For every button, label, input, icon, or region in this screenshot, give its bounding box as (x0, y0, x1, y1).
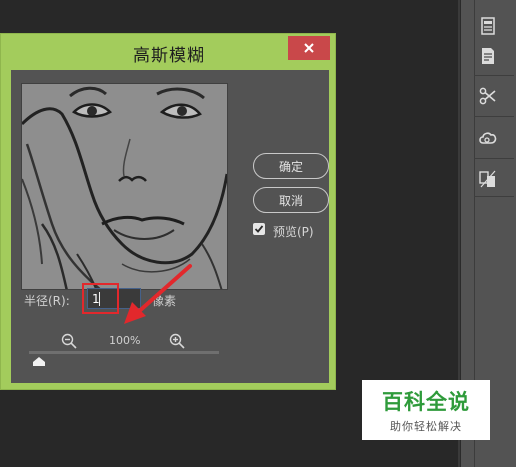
close-button[interactable] (288, 36, 330, 60)
annotation-highlight-box (82, 283, 119, 314)
document-compare-icon[interactable] (474, 165, 502, 193)
dialog-title: 高斯模糊 (133, 46, 205, 66)
close-icon (304, 43, 314, 53)
ok-button[interactable]: 确定 (253, 153, 329, 179)
checkmark-icon (254, 225, 264, 233)
watermark: 百科全说 助你轻松解决 (362, 380, 490, 440)
cancel-button[interactable]: 取消 (253, 187, 329, 213)
zoom-level: 100% (109, 334, 141, 347)
notes-icon[interactable] (474, 42, 502, 70)
watermark-title: 百科全说 (382, 390, 470, 414)
tool-separator (474, 158, 514, 159)
tool-separator (474, 116, 514, 117)
watermark-subtitle: 助你轻松解决 (390, 420, 462, 433)
preview-checkbox[interactable] (253, 223, 265, 235)
zoom-in-icon[interactable] (169, 333, 185, 349)
zoom-out-icon[interactable] (61, 333, 77, 349)
radius-label: 半径(R): (24, 294, 70, 308)
unit-label: 像素 (152, 294, 177, 308)
zoom-controls: 100% (61, 333, 191, 349)
tool-separator (474, 196, 514, 197)
properties-icon[interactable] (474, 12, 502, 40)
creative-cloud-icon[interactable] (474, 124, 502, 152)
tool-separator (474, 75, 514, 76)
title-bar[interactable]: 高斯模糊 (1, 34, 337, 68)
preview-label[interactable]: 预览(P) (273, 223, 314, 240)
dialog-body: 确定 取消 预览(P) 100% (11, 70, 329, 383)
gaussian-blur-dialog: 高斯模糊 确定 取消 预览(P) 100% (0, 33, 336, 390)
scissors-icon[interactable] (474, 82, 502, 110)
preview-image[interactable] (21, 83, 228, 290)
sketch-face-image (22, 84, 227, 289)
radius-slider-track[interactable] (29, 351, 219, 354)
radius-slider-thumb[interactable] (32, 357, 45, 366)
